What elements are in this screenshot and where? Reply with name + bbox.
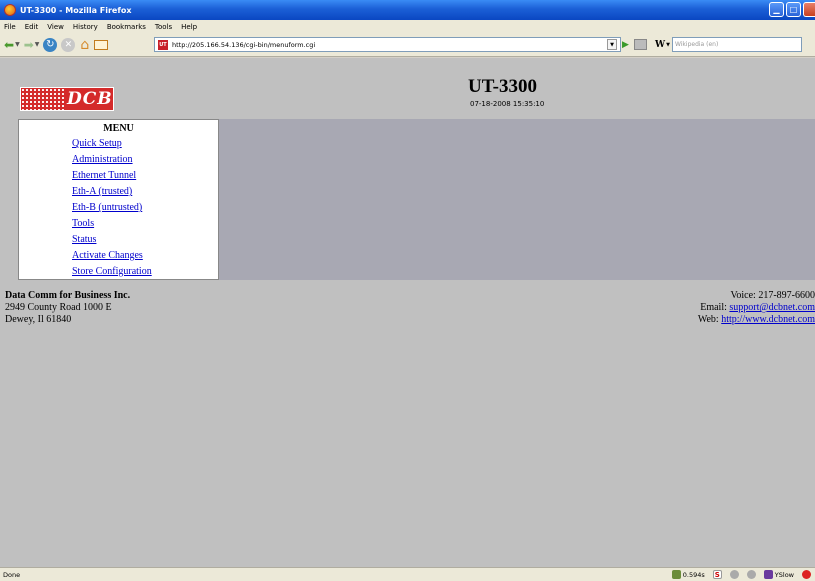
- content-frame: [219, 119, 815, 280]
- company-name: Data Comm for Business Inc.: [5, 290, 131, 301]
- mail-icon[interactable]: [94, 39, 109, 50]
- forward-arrow-icon[interactable]: ➡: [24, 37, 34, 53]
- stop-icon[interactable]: ✕: [61, 37, 76, 52]
- url-bar[interactable]: UT http://205.166.54.136/cgi-bin/menufor…: [154, 37, 621, 52]
- status-addons: 0.594s S YSlow: [671, 570, 811, 579]
- menu-link-store-configuration[interactable]: Store Configuration: [72, 264, 218, 280]
- menu-link-activate-changes[interactable]: Activate Changes: [72, 248, 218, 264]
- logo-text: DCB: [67, 89, 113, 109]
- window-controls: ▁ □: [769, 2, 815, 17]
- footer-address: Data Comm for Business Inc. 2949 County …: [5, 290, 130, 326]
- menu-view[interactable]: View: [47, 23, 64, 31]
- menu-help[interactable]: Help: [181, 23, 197, 31]
- timing-icon[interactable]: [671, 570, 681, 579]
- search-bar: W ▼ Wikipedia (en): [655, 37, 815, 52]
- email-label: Email:: [700, 302, 730, 313]
- voice-phone: Voice: 217-897-6600: [730, 290, 815, 301]
- wikipedia-icon[interactable]: W: [655, 40, 665, 50]
- menu-link-eth-b[interactable]: Eth-B (untrusted): [72, 200, 218, 216]
- window-title: UT-3300 - Mozilla Firefox: [20, 5, 132, 15]
- window-titlebar: UT-3300 - Mozilla Firefox ▁ □: [0, 0, 815, 20]
- page-content: DCB UT-3300 07-18-2008 15:35:10 MENU Qui…: [0, 58, 815, 567]
- menu-tools[interactable]: Tools: [155, 23, 172, 31]
- address-line-1: 2949 County Road 1000 E: [5, 302, 112, 313]
- page-header: DCB UT-3300 07-18-2008 15:35:10: [0, 58, 815, 119]
- timing-value: 0.594s: [682, 570, 705, 579]
- maximize-button[interactable]: □: [786, 2, 801, 17]
- address-line-2: Dewey, Il 61840: [5, 314, 72, 325]
- close-button[interactable]: [803, 2, 815, 17]
- menu-bar: File Edit View History Bookmarks Tools H…: [0, 20, 815, 33]
- navigation-toolbar: ⬅ ▼ ➡ ▼ ↻ ✕ ⌂ UT http://205.166.54.136/c…: [0, 33, 815, 57]
- adblock-icon[interactable]: [802, 570, 811, 579]
- menu-panel: MENU Quick Setup Administration Ethernet…: [18, 119, 219, 280]
- menu-link-status[interactable]: Status: [72, 232, 218, 248]
- menu-bookmarks[interactable]: Bookmarks: [107, 23, 146, 31]
- logo-dot-pattern: [21, 88, 65, 110]
- menu-list: Quick Setup Administration Ethernet Tunn…: [72, 136, 218, 280]
- url-buttons: ▼ ▶: [607, 39, 647, 50]
- search-input[interactable]: Wikipedia (en): [671, 37, 802, 52]
- menu-history[interactable]: History: [73, 23, 98, 31]
- firebug-icon[interactable]: [746, 570, 756, 579]
- print-icon[interactable]: [633, 39, 647, 50]
- menu-link-administration[interactable]: Administration: [72, 152, 218, 168]
- site-favicon-icon: UT: [158, 39, 168, 50]
- minimize-button[interactable]: ▁: [769, 2, 784, 17]
- addon-icon[interactable]: [729, 570, 739, 579]
- menu-link-eth-a[interactable]: Eth-A (trusted): [72, 184, 218, 200]
- menu-link-ethernet-tunnel[interactable]: Ethernet Tunnel: [72, 168, 218, 184]
- status-text: Done: [3, 570, 21, 579]
- home-icon[interactable]: ⌂: [80, 37, 89, 53]
- web-label: Web:: [697, 314, 722, 325]
- go-arrow-icon[interactable]: ▶: [622, 40, 629, 50]
- s-addon-icon[interactable]: S: [712, 570, 722, 579]
- search-engine-dropdown-icon[interactable]: ▼: [666, 42, 670, 48]
- firefox-icon: [4, 4, 16, 16]
- email-line: Email: support@dcbnet.com: [698, 302, 815, 314]
- url-dropdown-icon[interactable]: ▼: [607, 39, 617, 50]
- menu-file[interactable]: File: [4, 23, 16, 31]
- dcb-logo: DCB: [20, 87, 114, 111]
- url-text[interactable]: http://205.166.54.136/cgi-bin/menuform.c…: [172, 41, 315, 49]
- reload-icon[interactable]: ↻: [43, 37, 58, 52]
- menu-link-tools[interactable]: Tools: [72, 216, 218, 232]
- menu-edit[interactable]: Edit: [25, 23, 39, 31]
- menu-link-quick-setup[interactable]: Quick Setup: [72, 136, 218, 152]
- back-dropdown-icon[interactable]: ▼: [15, 41, 20, 48]
- device-title: UT-3300: [468, 76, 537, 97]
- back-arrow-icon[interactable]: ⬅: [4, 37, 14, 53]
- forward-dropdown-icon[interactable]: ▼: [35, 41, 40, 48]
- yslow-icon[interactable]: [763, 570, 773, 579]
- web-link[interactable]: http://www.dcbnet.com: [721, 314, 815, 325]
- footer-contact: Voice: 217-897-6600 Email: support@dcbne…: [698, 290, 815, 326]
- device-datetime: 07-18-2008 15:35:10: [470, 100, 545, 108]
- menu-title: MENU: [103, 123, 134, 134]
- status-bar: Done 0.594s S YSlow: [0, 567, 815, 581]
- web-line: Web: http://www.dcbnet.com: [698, 314, 815, 326]
- email-link[interactable]: support@dcbnet.com: [729, 302, 815, 313]
- yslow-label[interactable]: YSlow: [775, 571, 794, 579]
